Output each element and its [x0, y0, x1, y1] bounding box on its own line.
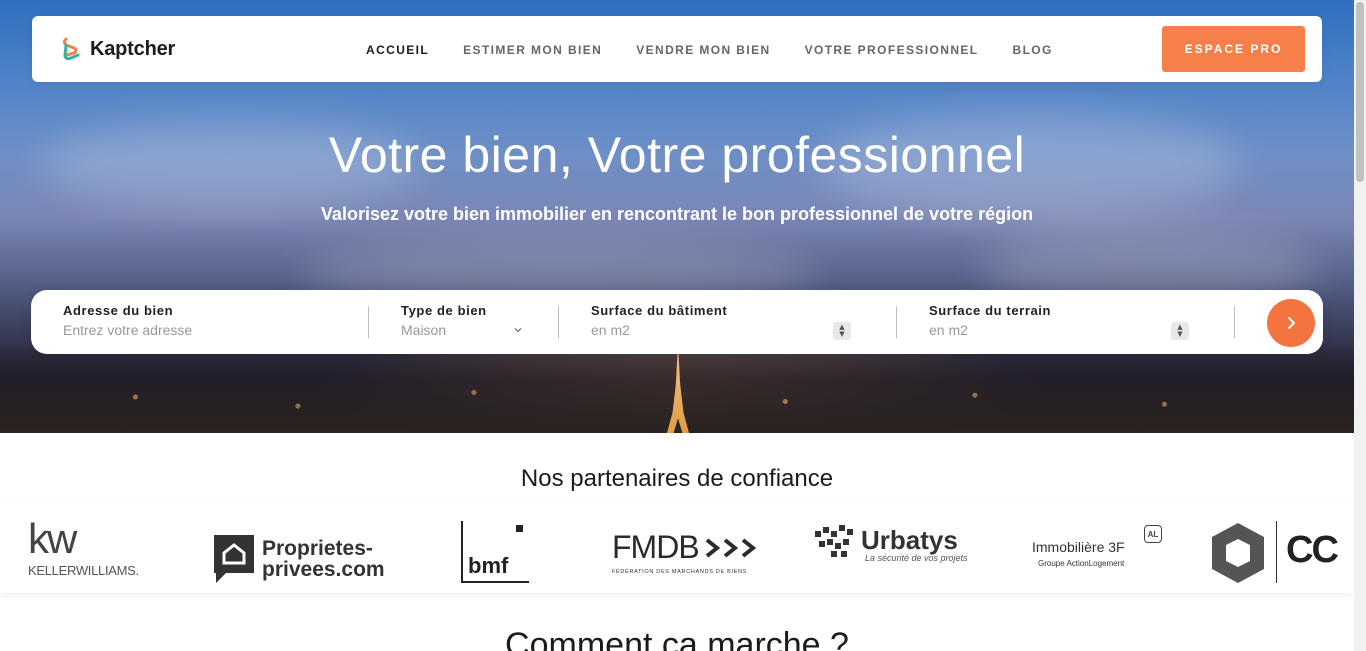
urbatys-text: Urbatys: [861, 525, 958, 555]
cc-divider: [1276, 521, 1277, 583]
how-it-works-title: Comment ça marche ?: [505, 626, 849, 651]
nav-vendre[interactable]: VENDRE MON BIEN: [636, 43, 770, 57]
espace-pro-button[interactable]: ESPACE PRO: [1162, 26, 1305, 72]
top-navbar: Kaptcher ACCUEIL ESTIMER MON BIEN VENDRE…: [32, 16, 1322, 82]
stepper-down-icon: ▼: [839, 330, 845, 338]
partner-logo-immobiliere-3f[interactable]: AL Immobilière 3F Groupe ActionLogement: [1030, 525, 1170, 589]
type-label: Type de bien: [401, 303, 487, 318]
main-menu: ACCUEIL ESTIMER MON BIEN VENDRE MON BIEN…: [366, 43, 1053, 57]
building-surface-input[interactable]: [591, 322, 821, 338]
hero-title: Votre bien, Votre professionnel: [328, 127, 1026, 183]
brand-logo[interactable]: Kaptcher: [60, 36, 175, 62]
partner-logo-keller-williams[interactable]: kw KELLERWILLIAMS.: [28, 515, 168, 583]
fmdb-subtitle: FÉDÉRATION DES MARCHANDS DE BIENS: [612, 569, 748, 575]
chevron-right-icon: [1288, 317, 1296, 329]
divider: [896, 306, 897, 338]
partners-carousel: kw KELLERWILLIAMS. Proprietes- privees.c…: [0, 501, 1354, 593]
building-stepper[interactable]: ▲ ▼: [833, 322, 851, 340]
divider: [1234, 306, 1235, 338]
type-select[interactable]: Maison: [401, 322, 523, 338]
land-field: Surface du terrain: [929, 303, 1159, 338]
partner-logo-cc[interactable]: CC: [1210, 521, 1354, 585]
nav-estimer[interactable]: ESTIMER MON BIEN: [463, 43, 602, 57]
land-label: Surface du terrain: [929, 303, 1052, 318]
cube-icon: [1212, 523, 1264, 583]
building-field: Surface du bâtiment: [591, 303, 821, 338]
address-label: Adresse du bien: [63, 303, 174, 318]
proprietes-text: Proprietes- privees.com: [262, 537, 385, 581]
bmf-dot: [516, 525, 523, 532]
partners-title: Nos partenaires de confiance: [520, 465, 834, 492]
divider: [368, 306, 369, 338]
partner-logo-proprietes-privees[interactable]: Proprietes- privees.com: [212, 527, 387, 591]
immobiliere-subtitle: Groupe ActionLogement: [1038, 559, 1125, 568]
building-label: Surface du bâtiment: [591, 303, 728, 318]
nav-professionnel[interactable]: VOTRE PROFESSIONNEL: [805, 43, 979, 57]
partner-logo-urbatys[interactable]: Urbatys La sécurité de vos projets: [815, 525, 985, 589]
partner-logo-bmf[interactable]: bmf: [460, 519, 530, 583]
land-surface-input[interactable]: [929, 322, 1159, 338]
nav-accueil[interactable]: ACCUEIL: [366, 43, 429, 57]
immobiliere-text: Immobilière 3F: [1032, 539, 1125, 555]
land-stepper[interactable]: ▲ ▼: [1171, 322, 1189, 340]
hero-subtitle: Valorisez votre bien immobilier en renco…: [320, 204, 1034, 224]
kw-mark: kw: [28, 515, 77, 562]
brand-name: Kaptcher: [90, 37, 176, 60]
address-input[interactable]: [63, 322, 353, 338]
kw-text: KELLERWILLIAMS.: [28, 563, 139, 578]
page-scrollbar[interactable]: [1354, 0, 1366, 651]
cc-text: CC: [1286, 529, 1339, 571]
action-logement-badge: AL: [1144, 525, 1162, 543]
house-bubble-icon: [214, 535, 254, 583]
urbatys-grid-icon: [815, 525, 853, 557]
chevron-down-icon: [514, 328, 522, 333]
triple-chevron-icon: [705, 537, 756, 558]
type-value: Maison: [401, 322, 447, 338]
address-field: Adresse du bien: [63, 303, 353, 338]
search-submit-button[interactable]: [1267, 299, 1315, 347]
nav-blog[interactable]: BLOG: [1013, 43, 1053, 57]
type-field[interactable]: Type de bien Maison: [401, 303, 523, 338]
stepper-down-icon: ▼: [1177, 330, 1183, 338]
fmdb-mark: FMDB: [612, 529, 777, 566]
scrollbar-thumb[interactable]: [1356, 2, 1364, 182]
divider: [558, 306, 559, 338]
partner-logo-fmdb[interactable]: FMDB FÉDÉRATION DES MARCHANDS DE BIENS: [612, 529, 777, 593]
search-bar: Adresse du bien Type de bien Maison Surf…: [31, 290, 1323, 354]
kaptcher-logo-icon: [63, 37, 80, 61]
bmf-text: bmf: [468, 553, 509, 578]
urbatys-tagline: La sécurité de vos projets: [865, 553, 968, 563]
